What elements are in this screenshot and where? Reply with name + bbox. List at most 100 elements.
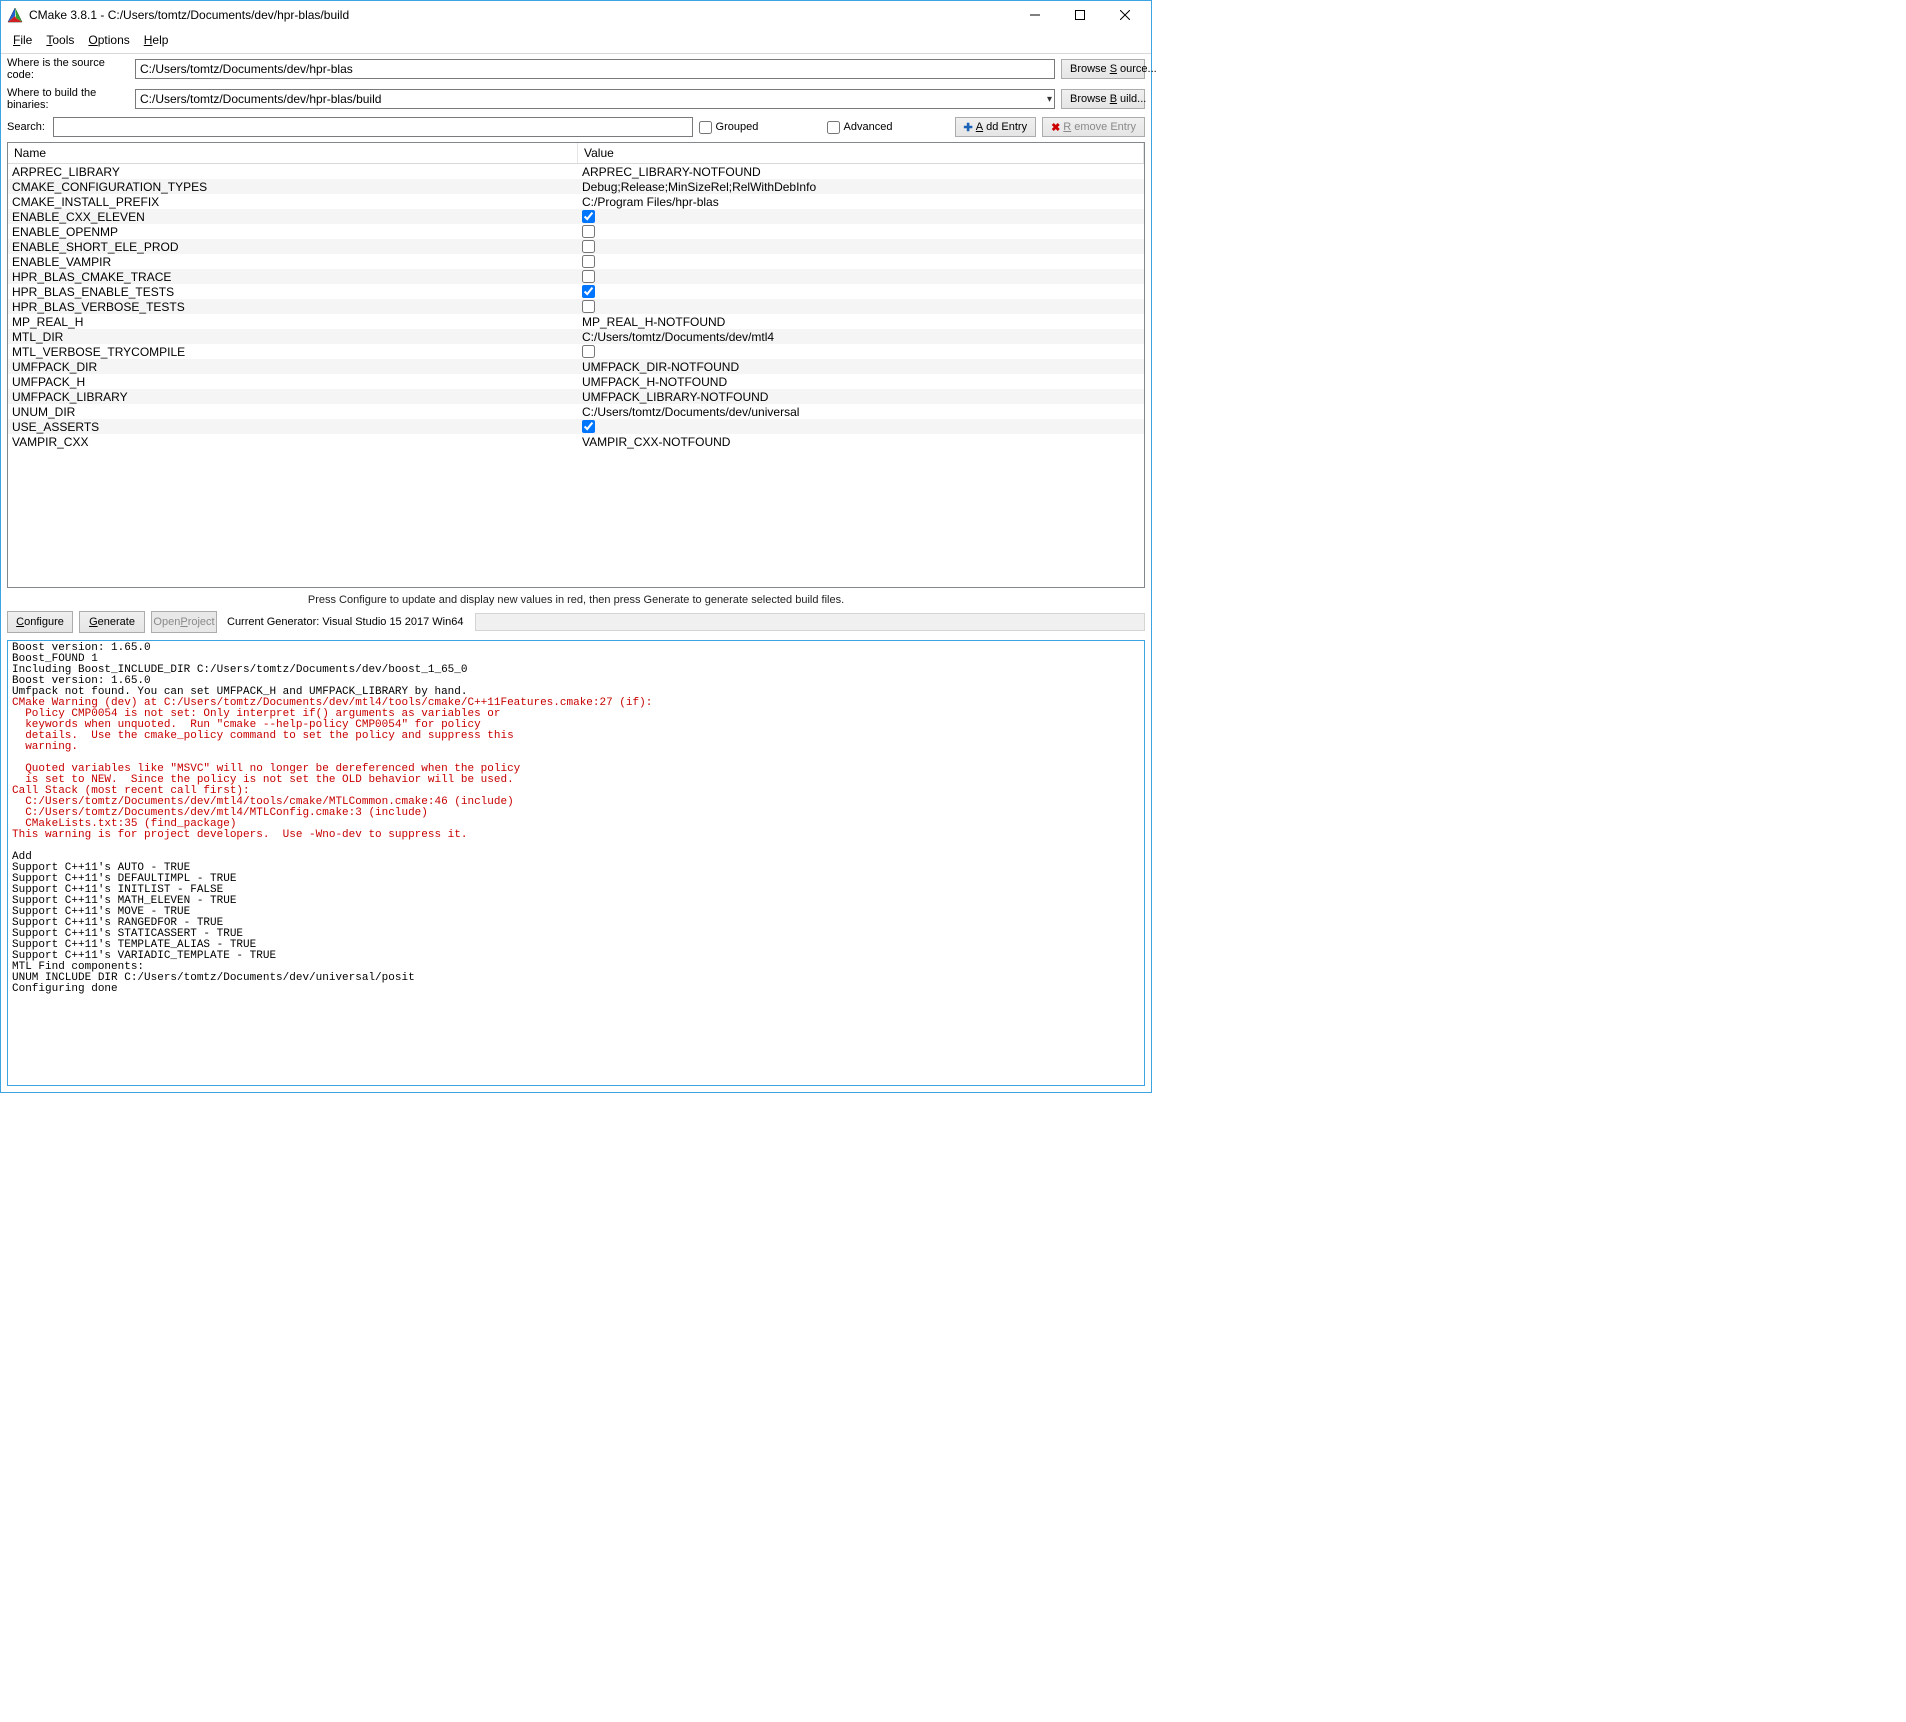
table-row[interactable]: HPR_BLAS_VERBOSE_TESTS (8, 299, 1144, 314)
cell-checkbox[interactable] (582, 300, 595, 313)
column-name[interactable]: Name (8, 143, 578, 163)
cell-name: UMFPACK_LIBRARY (8, 390, 578, 404)
cell-value[interactable] (578, 300, 1144, 313)
generator-label: Current Generator: Visual Studio 15 2017… (227, 616, 463, 628)
cell-value[interactable]: UMFPACK_H-NOTFOUND (578, 375, 1144, 389)
table-row[interactable]: ENABLE_VAMPIR (8, 254, 1144, 269)
table-row[interactable]: ENABLE_SHORT_ELE_PROD (8, 239, 1144, 254)
cell-value[interactable]: UMFPACK_DIR-NOTFOUND (578, 360, 1144, 374)
cell-value[interactable]: C:/Program Files/hpr-blas (578, 195, 1144, 209)
menu-options[interactable]: Options (82, 31, 135, 49)
cell-checkbox[interactable] (582, 285, 595, 298)
cmake-gui-window: CMake 3.8.1 - C:/Users/tomtz/Documents/d… (0, 0, 1152, 1093)
cell-value[interactable] (578, 270, 1144, 283)
cell-value[interactable]: C:/Users/tomtz/Documents/dev/mtl4 (578, 330, 1144, 344)
remove-entry-button[interactable]: ✖ Remove Entry (1042, 117, 1145, 137)
cell-name: ENABLE_CXX_ELEVEN (8, 210, 578, 224)
column-value[interactable]: Value (578, 143, 1144, 163)
cell-name: ENABLE_SHORT_ELE_PROD (8, 240, 578, 254)
cell-value[interactable]: UMFPACK_LIBRARY-NOTFOUND (578, 390, 1144, 404)
table-row[interactable]: UMFPACK_DIRUMFPACK_DIR-NOTFOUND (8, 359, 1144, 374)
table-row[interactable]: ENABLE_OPENMP (8, 224, 1144, 239)
menu-tools[interactable]: Tools (40, 31, 80, 49)
cell-value[interactable]: VAMPIR_CXX-NOTFOUND (578, 435, 1144, 449)
cell-name: UNUM_DIR (8, 405, 578, 419)
cell-checkbox[interactable] (582, 270, 595, 283)
cell-value[interactable] (578, 345, 1144, 358)
cell-name: USE_ASSERTS (8, 420, 578, 434)
cell-checkbox[interactable] (582, 345, 595, 358)
cell-name: CMAKE_CONFIGURATION_TYPES (8, 180, 578, 194)
cell-checkbox[interactable] (582, 210, 595, 223)
cell-name: HPR_BLAS_CMAKE_TRACE (8, 270, 578, 284)
search-label: Search: (7, 121, 47, 133)
build-combo[interactable]: C:/Users/tomtz/Documents/dev/hpr-blas/bu… (135, 89, 1055, 109)
cache-table: Name Value ARPREC_LIBRARYARPREC_LIBRARY-… (7, 142, 1145, 588)
open-project-button[interactable]: Open Project (151, 611, 217, 633)
cell-name: ARPREC_LIBRARY (8, 165, 578, 179)
menubar: File Tools Options Help (1, 29, 1151, 54)
table-row[interactable]: ARPREC_LIBRARYARPREC_LIBRARY-NOTFOUND (8, 164, 1144, 179)
table-row[interactable]: MTL_DIRC:/Users/tomtz/Documents/dev/mtl4 (8, 329, 1144, 344)
minus-icon: ✖ (1051, 121, 1060, 134)
menu-file[interactable]: File (7, 31, 38, 49)
cell-value[interactable]: MP_REAL_H-NOTFOUND (578, 315, 1144, 329)
table-row[interactable]: USE_ASSERTS (8, 419, 1144, 434)
cell-value[interactable] (578, 210, 1144, 223)
cell-name: ENABLE_OPENMP (8, 225, 578, 239)
menu-help[interactable]: Help (138, 31, 175, 49)
plus-icon: ✚ (964, 121, 973, 134)
cell-checkbox[interactable] (582, 420, 595, 433)
cell-name: VAMPIR_CXX (8, 435, 578, 449)
cell-value[interactable]: Debug;Release;MinSizeRel;RelWithDebInfo (578, 180, 1144, 194)
generate-button[interactable]: Generate (79, 611, 145, 633)
cell-checkbox[interactable] (582, 255, 595, 268)
source-label: Where is the source code: (7, 57, 129, 81)
window-title: CMake 3.8.1 - C:/Users/tomtz/Documents/d… (29, 8, 1012, 22)
add-entry-button[interactable]: ✚ Add Entry (955, 117, 1037, 137)
minimize-button[interactable] (1012, 1, 1057, 29)
hint-text: Press Configure to update and display ne… (1, 590, 1151, 608)
cell-value[interactable] (578, 225, 1144, 238)
output-log[interactable]: Boost version: 1.65.0 Boost_FOUND 1 Incl… (7, 640, 1145, 1086)
cell-name: MTL_VERBOSE_TRYCOMPILE (8, 345, 578, 359)
table-row[interactable]: UNUM_DIRC:/Users/tomtz/Documents/dev/uni… (8, 404, 1144, 419)
advanced-checkbox[interactable]: Advanced (827, 121, 949, 134)
cell-checkbox[interactable] (582, 225, 595, 238)
table-row[interactable]: CMAKE_CONFIGURATION_TYPESDebug;Release;M… (8, 179, 1144, 194)
cell-name: ENABLE_VAMPIR (8, 255, 578, 269)
table-row[interactable]: UMFPACK_HUMFPACK_H-NOTFOUND (8, 374, 1144, 389)
table-row[interactable]: HPR_BLAS_CMAKE_TRACE (8, 269, 1144, 284)
cache-tbody: ARPREC_LIBRARYARPREC_LIBRARY-NOTFOUNDCMA… (8, 164, 1144, 449)
cell-value[interactable] (578, 240, 1144, 253)
maximize-button[interactable] (1057, 1, 1102, 29)
cell-value[interactable] (578, 255, 1144, 268)
table-row[interactable]: ENABLE_CXX_ELEVEN (8, 209, 1144, 224)
source-input[interactable] (135, 59, 1055, 79)
close-button[interactable] (1102, 1, 1147, 29)
browse-source-button[interactable]: Browse Source... (1061, 59, 1145, 79)
cell-name: HPR_BLAS_VERBOSE_TESTS (8, 300, 578, 314)
search-input[interactable] (53, 117, 693, 137)
cmake-icon (7, 7, 23, 23)
chevron-down-icon: ▾ (1047, 94, 1052, 105)
grouped-checkbox[interactable]: Grouped (699, 121, 821, 134)
table-row[interactable]: VAMPIR_CXXVAMPIR_CXX-NOTFOUND (8, 434, 1144, 449)
table-row[interactable]: HPR_BLAS_ENABLE_TESTS (8, 284, 1144, 299)
cell-value[interactable]: ARPREC_LIBRARY-NOTFOUND (578, 165, 1144, 179)
cell-value[interactable]: C:/Users/tomtz/Documents/dev/universal (578, 405, 1144, 419)
table-row[interactable]: MTL_VERBOSE_TRYCOMPILE (8, 344, 1144, 359)
table-row[interactable]: UMFPACK_LIBRARYUMFPACK_LIBRARY-NOTFOUND (8, 389, 1144, 404)
cell-name: CMAKE_INSTALL_PREFIX (8, 195, 578, 209)
configure-button[interactable]: Configure (7, 611, 73, 633)
cell-name: UMFPACK_H (8, 375, 578, 389)
cell-value[interactable] (578, 420, 1144, 433)
table-row[interactable]: MP_REAL_HMP_REAL_H-NOTFOUND (8, 314, 1144, 329)
browse-build-button[interactable]: Browse Build... (1061, 89, 1145, 109)
table-row[interactable]: CMAKE_INSTALL_PREFIXC:/Program Files/hpr… (8, 194, 1144, 209)
cell-value[interactable] (578, 285, 1144, 298)
cell-checkbox[interactable] (582, 240, 595, 253)
cell-name: HPR_BLAS_ENABLE_TESTS (8, 285, 578, 299)
cell-name: UMFPACK_DIR (8, 360, 578, 374)
cell-name: MTL_DIR (8, 330, 578, 344)
